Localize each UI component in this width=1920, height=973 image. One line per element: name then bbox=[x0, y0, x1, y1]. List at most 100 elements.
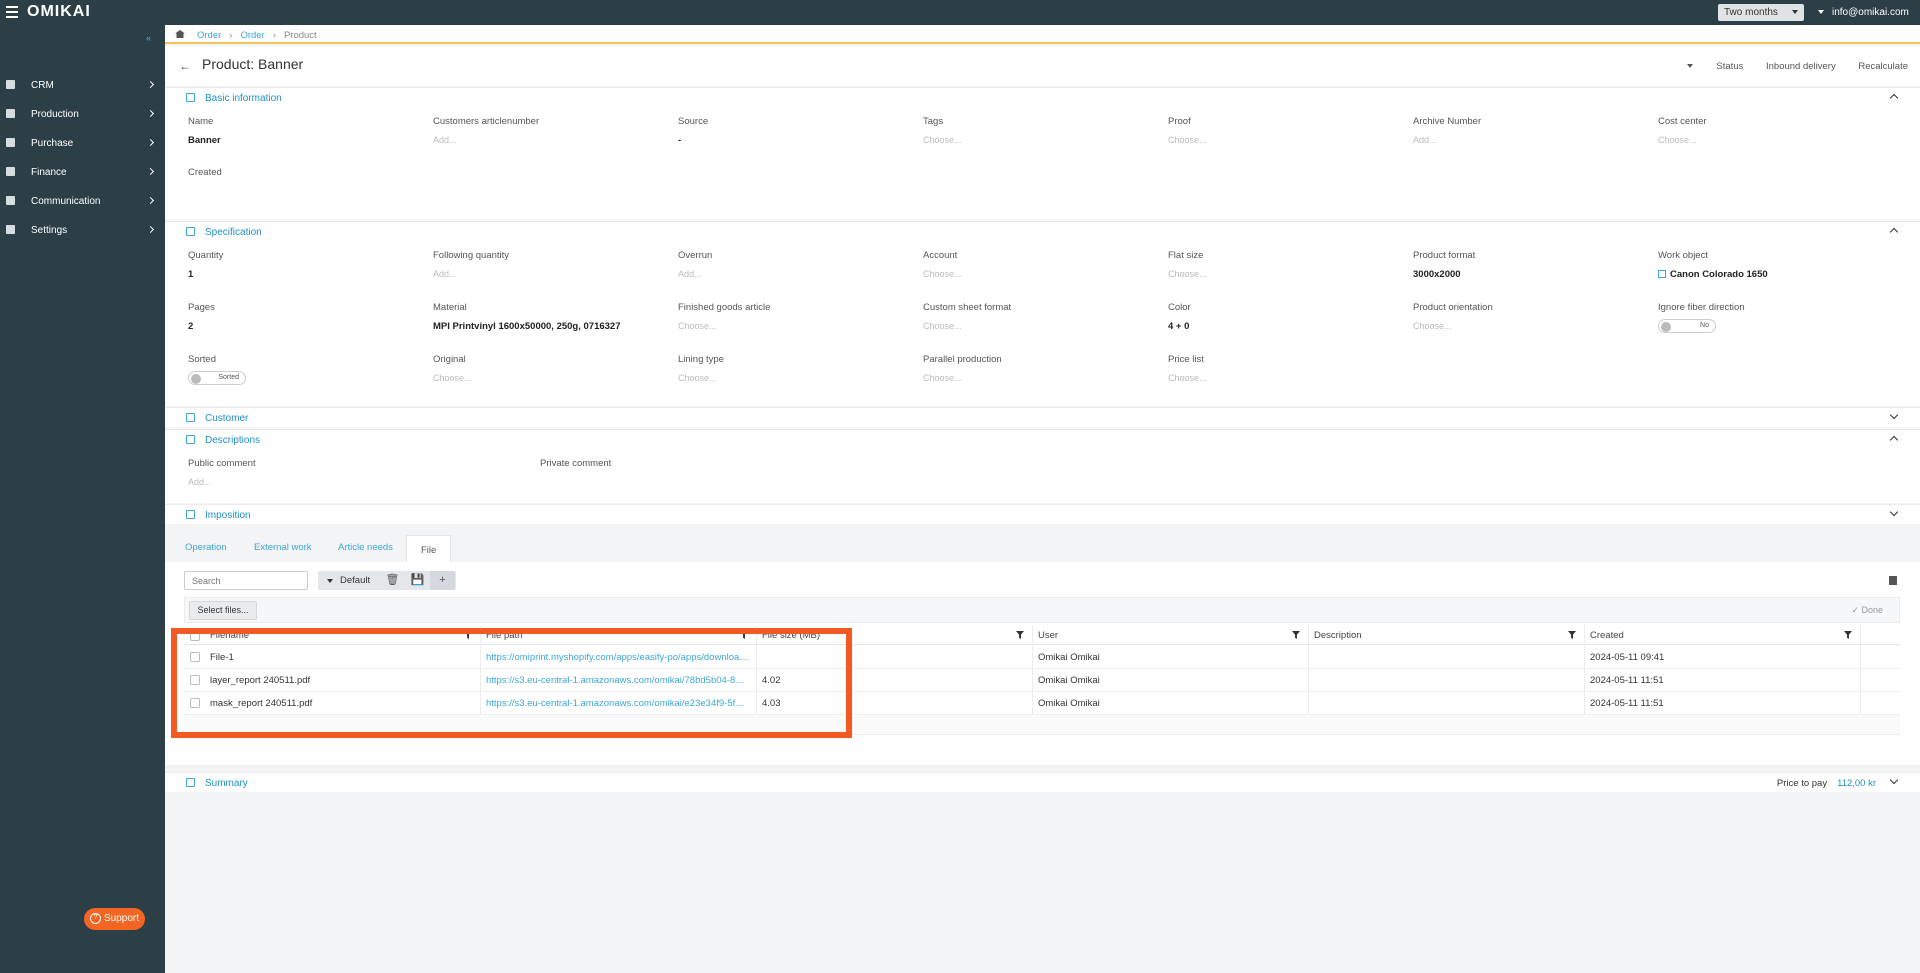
column-created[interactable]: Created bbox=[1590, 630, 1624, 641]
breadcrumb-order[interactable]: Order bbox=[240, 30, 264, 41]
cell-file-path-link[interactable]: https://s3.eu-central-1.amazonaws.com/om… bbox=[486, 675, 750, 686]
row-checkbox[interactable] bbox=[190, 652, 200, 662]
table-row[interactable]: mask_report 240511.pdf https://s3.eu-cen… bbox=[184, 692, 1900, 715]
field-input[interactable]: Add... bbox=[1413, 135, 1653, 145]
table-row[interactable]: File-1 https://omiprint.myshopify.com/ap… bbox=[184, 646, 1900, 669]
column-filename[interactable]: Filename bbox=[210, 630, 249, 641]
field-select[interactable]: Choose... bbox=[678, 321, 918, 331]
add-view-icon[interactable]: + bbox=[430, 571, 455, 590]
field-select[interactable]: Choose... bbox=[923, 135, 1163, 145]
tab-article-needs[interactable]: Article needs bbox=[338, 542, 393, 553]
home-icon[interactable] bbox=[175, 30, 185, 38]
select-all-checkbox[interactable] bbox=[190, 631, 200, 641]
row-checkbox[interactable] bbox=[190, 675, 200, 685]
section-imposition[interactable]: Imposition bbox=[165, 504, 1920, 524]
section-descriptions[interactable]: Descriptions bbox=[165, 429, 1920, 449]
cell-file-path-link[interactable]: https://s3.eu-central-1.amazonaws.com/om… bbox=[486, 698, 750, 709]
chevron-right-icon bbox=[146, 167, 155, 176]
menu-icon[interactable] bbox=[6, 6, 18, 18]
field-value[interactable]: 2 bbox=[188, 321, 428, 332]
column-file-path[interactable]: File path bbox=[486, 630, 522, 641]
field-select[interactable]: Choose... bbox=[433, 373, 673, 383]
public-comment-input[interactable]: Add... bbox=[188, 477, 428, 487]
field-select[interactable]: Choose... bbox=[1413, 321, 1653, 331]
view-select[interactable]: Default bbox=[318, 571, 379, 590]
field-value[interactable]: 4 + 0 bbox=[1168, 321, 1408, 332]
section-specification[interactable]: Specification bbox=[165, 221, 1920, 241]
user-menu[interactable]: info@omikai.com bbox=[1818, 7, 1909, 18]
filter-icon[interactable] bbox=[1292, 631, 1300, 639]
filter-icon[interactable] bbox=[1568, 631, 1576, 639]
column-description[interactable]: Description bbox=[1314, 630, 1362, 641]
sidebar-item-settings[interactable]: Settings bbox=[0, 216, 165, 245]
filter-icon[interactable] bbox=[740, 631, 748, 639]
cell-user: Omikai Omikai bbox=[1038, 675, 1100, 686]
chevron-up-icon[interactable] bbox=[1889, 435, 1899, 445]
field-value[interactable]: 1 bbox=[188, 269, 428, 280]
chevron-down-icon[interactable] bbox=[1889, 775, 1899, 785]
breadcrumb: Order › Order › Product bbox=[165, 25, 1920, 44]
recalculate-button[interactable]: Recalculate bbox=[1858, 61, 1908, 72]
sidebar-item-crm[interactable]: CRM bbox=[0, 71, 165, 100]
field-select[interactable]: Choose... bbox=[678, 373, 918, 383]
delete-view-icon[interactable]: 🗑 bbox=[380, 571, 405, 590]
cell-file-path-link[interactable]: https://omiprint.myshopify.com/apps/easi… bbox=[486, 652, 750, 663]
field-select[interactable]: Choose... bbox=[923, 373, 1163, 383]
section-summary[interactable]: Summary Price to pay 112,00 kr bbox=[165, 772, 1920, 792]
field-select[interactable]: Choose... bbox=[923, 321, 1163, 331]
filter-icon[interactable] bbox=[464, 631, 472, 639]
filter-icon[interactable] bbox=[1016, 631, 1024, 639]
filter-icon[interactable] bbox=[1844, 631, 1852, 639]
chat-icon bbox=[6, 196, 15, 205]
section-customer[interactable]: Customer bbox=[165, 407, 1920, 427]
field-select[interactable]: Choose... bbox=[1168, 373, 1408, 383]
field-value[interactable]: - bbox=[678, 135, 918, 146]
inbound-delivery-button[interactable]: Inbound delivery bbox=[1766, 61, 1836, 72]
sidebar-item-purchase[interactable]: Purchase bbox=[0, 129, 165, 158]
table-row[interactable]: layer_report 240511.pdf https://s3.eu-ce… bbox=[184, 669, 1900, 692]
sidebar-item-production[interactable]: Production bbox=[0, 100, 165, 129]
chevron-down-icon[interactable] bbox=[1889, 410, 1899, 420]
section-title: Customer bbox=[205, 413, 249, 424]
field-value[interactable]: Banner bbox=[188, 135, 428, 146]
collapse-sidebar-icon[interactable]: « bbox=[146, 33, 151, 43]
field-select[interactable]: Choose... bbox=[1168, 269, 1408, 279]
field-label: Finished goods article bbox=[678, 302, 771, 313]
chevron-up-icon[interactable] bbox=[1889, 93, 1899, 103]
back-arrow-icon[interactable]: ← bbox=[179, 59, 191, 73]
field-value: Canon Colorado 1650 bbox=[1670, 269, 1768, 280]
field-select[interactable]: Choose... bbox=[1168, 135, 1408, 145]
field-value[interactable]: 3000x2000 bbox=[1413, 269, 1653, 280]
sidebar-item-communication[interactable]: Communication bbox=[0, 187, 165, 216]
field-select[interactable]: Choose... bbox=[1658, 135, 1898, 145]
user-email: info@omikai.com bbox=[1832, 7, 1909, 18]
section-basic-information[interactable]: Basic information bbox=[165, 87, 1920, 107]
field-value[interactable]: MPI Printvinyl 1600x50000, 250g, 0716327 bbox=[433, 321, 673, 332]
sidebar-item-finance[interactable]: Finance bbox=[0, 158, 165, 187]
column-user[interactable]: User bbox=[1038, 630, 1058, 641]
field-input[interactable]: Add... bbox=[433, 269, 673, 279]
ignore-fiber-toggle[interactable]: No bbox=[1658, 319, 1716, 333]
search-input[interactable] bbox=[184, 571, 308, 590]
tab-file[interactable]: File bbox=[406, 535, 452, 562]
breadcrumb-order[interactable]: Order bbox=[197, 30, 221, 41]
chevron-up-icon[interactable] bbox=[1889, 227, 1899, 237]
tab-operation[interactable]: Operation bbox=[185, 542, 227, 553]
select-files-button[interactable]: Select files... bbox=[189, 601, 257, 620]
save-view-icon[interactable]: 💾 bbox=[405, 571, 430, 590]
cell-user: Omikai Omikai bbox=[1038, 652, 1100, 663]
chevron-down-icon[interactable] bbox=[1889, 507, 1899, 517]
period-select[interactable]: Two months bbox=[1718, 4, 1804, 21]
status-menu[interactable]: Status bbox=[1687, 61, 1743, 72]
chevron-right-icon bbox=[146, 138, 155, 147]
column-file-size[interactable]: File size (MB) bbox=[762, 630, 820, 641]
support-button[interactable]: ? Support bbox=[84, 908, 145, 930]
field-input[interactable]: Add... bbox=[678, 269, 918, 279]
work-object-link[interactable]: Canon Colorado 1650 bbox=[1658, 269, 1898, 280]
field-select[interactable]: Choose... bbox=[923, 269, 1163, 279]
tab-external-work[interactable]: External work bbox=[254, 542, 312, 553]
field-input[interactable]: Add... bbox=[433, 135, 673, 145]
trash-icon[interactable] bbox=[1889, 576, 1897, 585]
sorted-toggle[interactable]: Sorted bbox=[188, 371, 246, 385]
row-checkbox[interactable] bbox=[190, 698, 200, 708]
